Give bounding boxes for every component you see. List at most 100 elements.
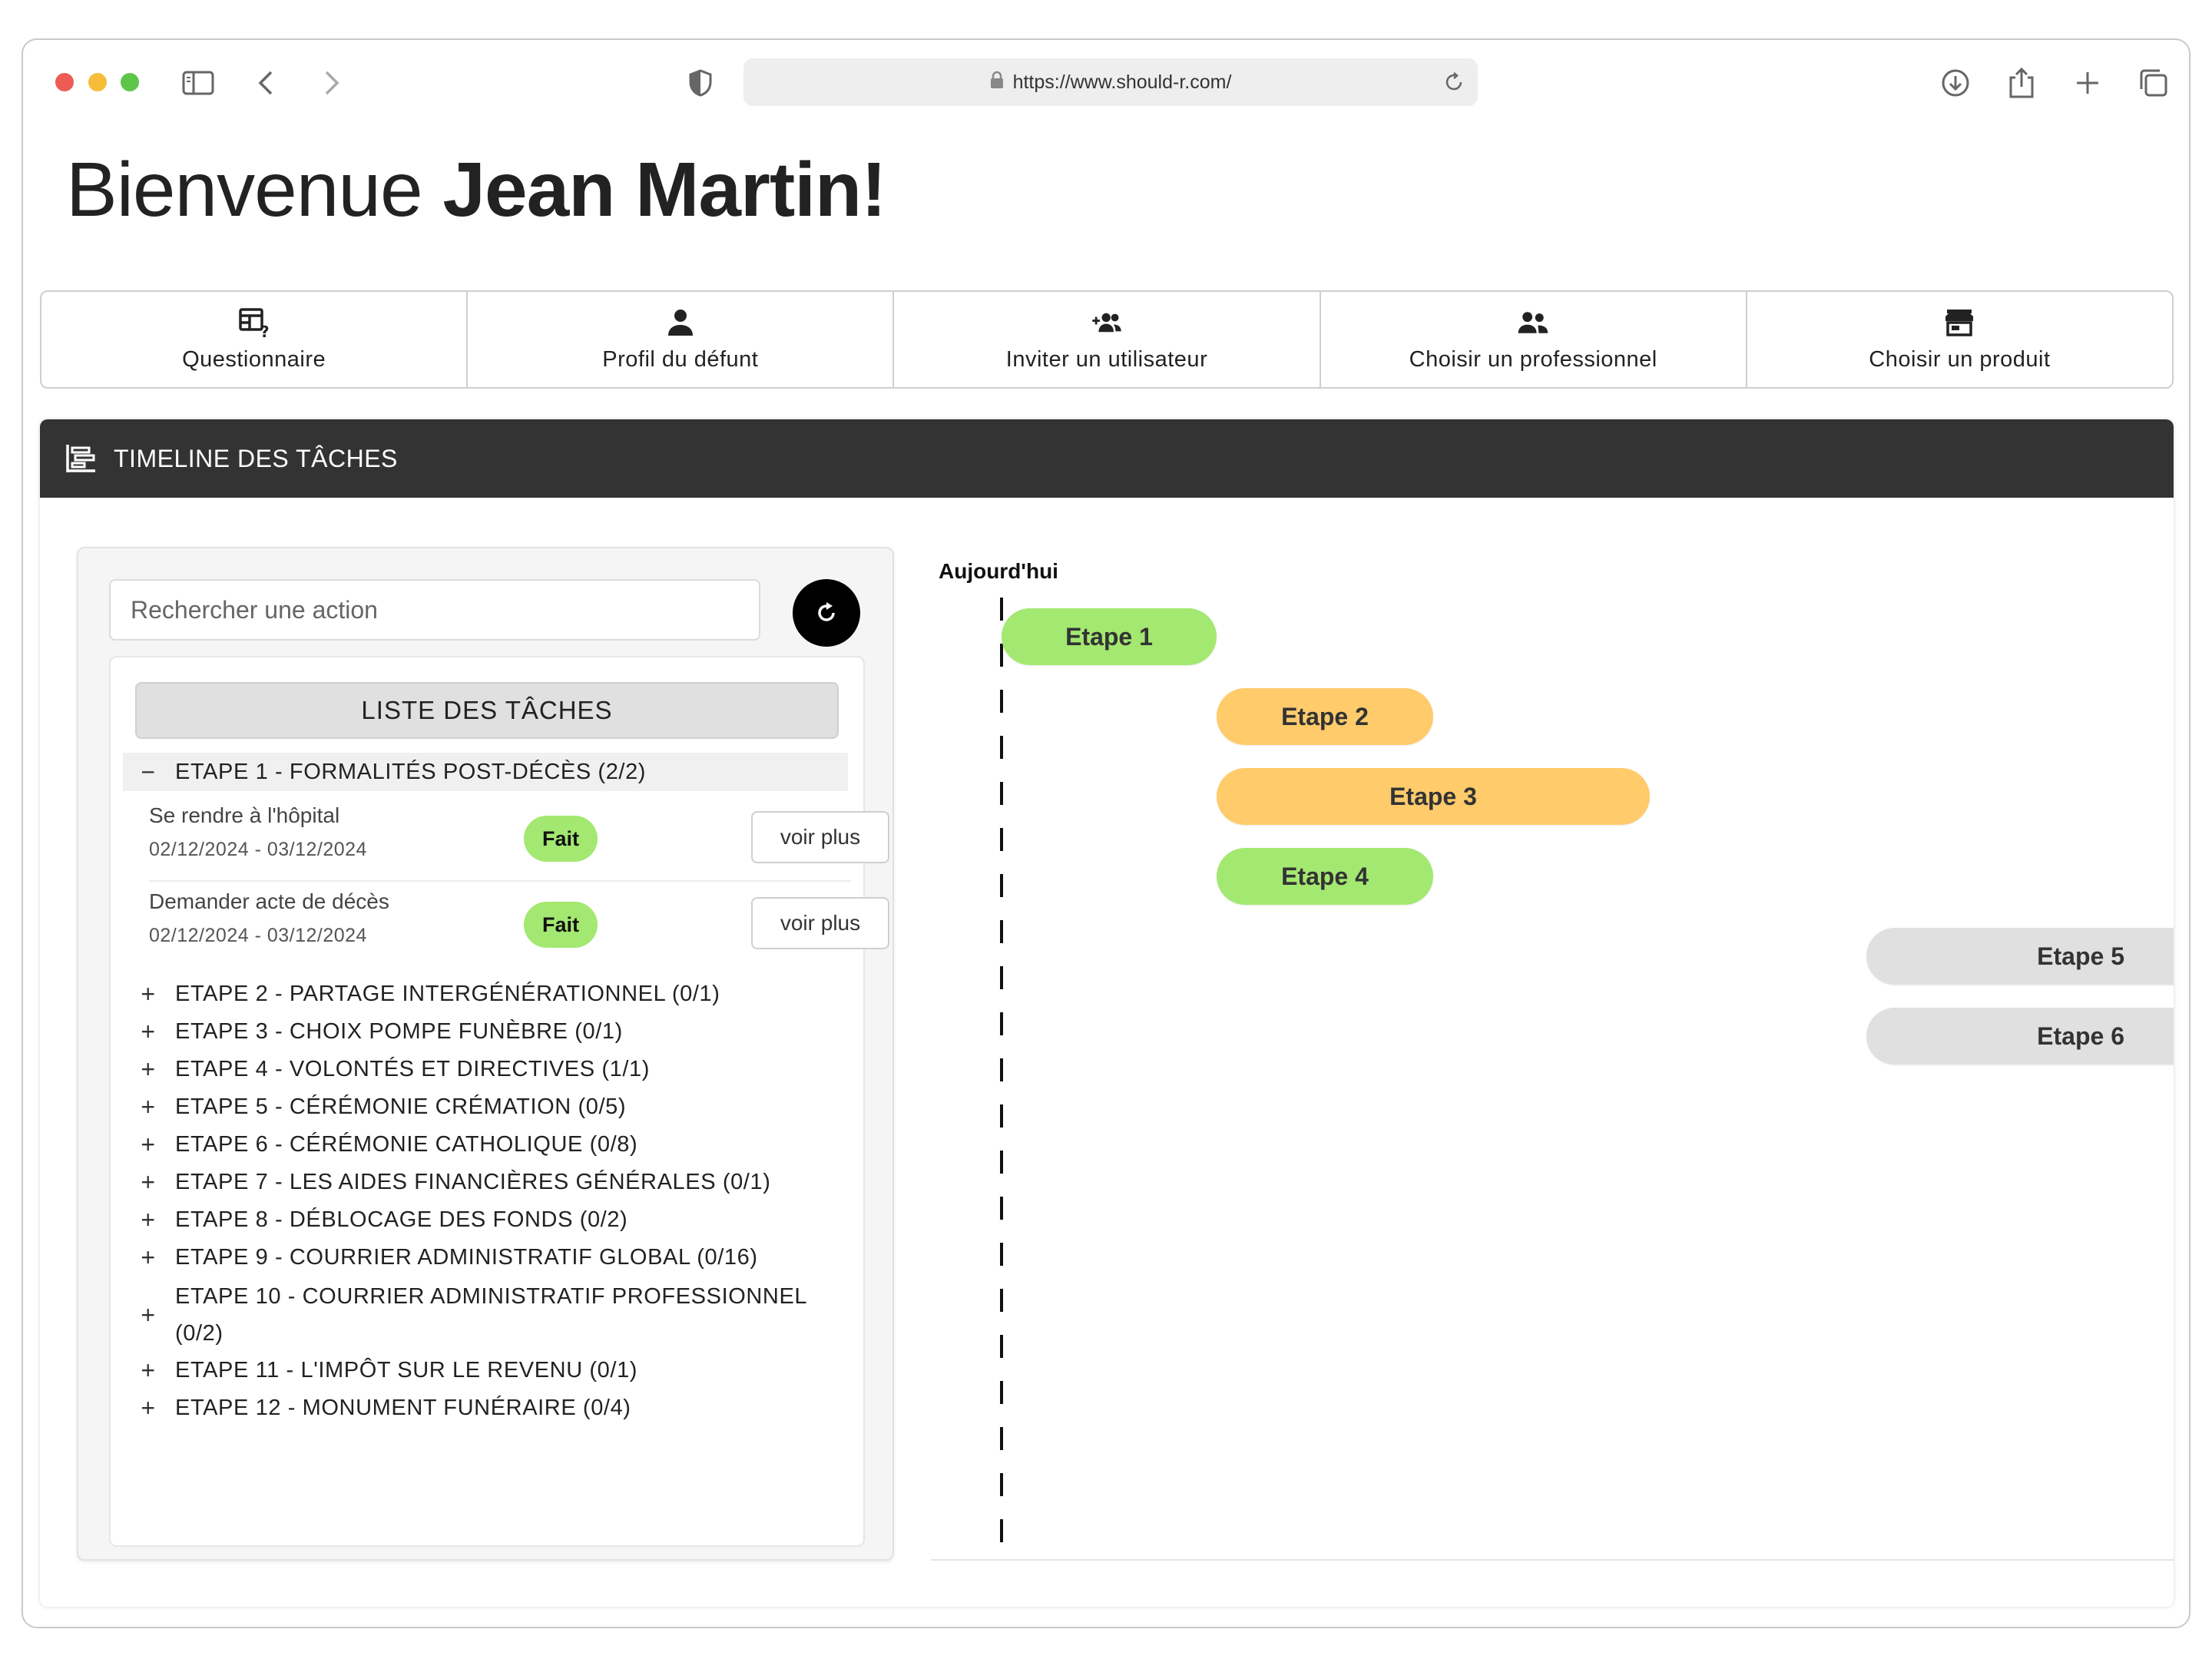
svg-text:?: ? xyxy=(260,323,270,338)
nav-choisir-produit[interactable]: Choisir un produit xyxy=(1747,292,2172,387)
expand-plus-icon[interactable]: + xyxy=(137,1055,160,1084)
step-row-5[interactable]: + ETAPE 5 - CÉRÉMONIE CRÉMATION (0/5) xyxy=(123,1090,848,1124)
gantt-bar-etape-3[interactable]: Etape 3 xyxy=(1217,768,1650,825)
step-row-12[interactable]: + ETAPE 12 - MONUMENT FUNÉRAIRE (0/4) xyxy=(123,1391,848,1425)
url-text: https://www.should-r.com/ xyxy=(1012,71,1232,93)
user-name: Jean Martin! xyxy=(442,147,886,233)
section-title: TIMELINE DES TÂCHES xyxy=(114,444,398,472)
group-add-icon xyxy=(1092,313,1121,332)
step-row-11[interactable]: + ETAPE 11 - L'IMPÔT SUR LE REVENU (0/1) xyxy=(123,1353,848,1387)
expand-plus-icon[interactable]: + xyxy=(137,1018,160,1046)
step-label: ETAPE 5 - CÉRÉMONIE CRÉMATION (0/5) xyxy=(175,1094,627,1119)
nav-label: Questionnaire xyxy=(182,346,326,372)
expand-plus-icon[interactable]: + xyxy=(137,1243,160,1272)
step-row-6[interactable]: + ETAPE 6 - CÉRÉMONIE CATHOLIQUE (0/8) xyxy=(123,1128,848,1161)
greeting-text: Bienvenue xyxy=(66,147,423,233)
table-question-icon: ? xyxy=(238,307,270,338)
gantt-timeline: Aujourd'hui Etape 1 Etape 2 Etape 3 Etap… xyxy=(931,519,2174,1564)
reload-icon[interactable] xyxy=(1442,71,1465,99)
lock-icon xyxy=(990,71,1004,94)
expand-plus-icon[interactable]: + xyxy=(137,1206,160,1234)
expand-plus-icon[interactable]: + xyxy=(137,1394,160,1422)
timeline-section: TIMELINE DES TÂCHES LISTE DES TÂCHES − E… xyxy=(40,419,2174,1607)
store-icon xyxy=(1945,309,1974,336)
search-input[interactable] xyxy=(109,579,760,641)
task-name: Se rendre à l'hôpital xyxy=(149,803,340,827)
nav-questionnaire[interactable]: ? Questionnaire xyxy=(41,292,469,387)
expand-plus-icon[interactable]: + xyxy=(137,980,160,1008)
step-label: ETAPE 7 - LES AIDES FINANCIÈRES GÉNÉRALE… xyxy=(175,1169,771,1194)
step-row-7[interactable]: + ETAPE 7 - LES AIDES FINANCIÈRES GÉNÉRA… xyxy=(123,1165,848,1199)
sidebar-toggle-icon[interactable] xyxy=(175,60,221,106)
step-row-9[interactable]: + ETAPE 9 - COURRIER ADMINISTRATIF GLOBA… xyxy=(123,1240,848,1274)
address-bar[interactable]: https://www.should-r.com/ xyxy=(743,58,1478,106)
step-label: ETAPE 10 - COURRIER ADMINISTRATIF PROFES… xyxy=(175,1278,807,1352)
today-label: Aujourd'hui xyxy=(939,559,1058,583)
collapse-minus-icon[interactable]: − xyxy=(137,758,160,786)
refresh-button[interactable] xyxy=(793,579,860,647)
privacy-shield-icon[interactable] xyxy=(677,60,724,106)
gantt-bar-etape-4[interactable]: Etape 4 xyxy=(1217,848,1433,905)
task-name: Demander acte de décès xyxy=(149,889,389,913)
step-row-1[interactable]: − ETAPE 1 - FORMALITÉS POST-DÉCÈS (2/2) xyxy=(123,753,848,791)
nav-label: Choisir un professionnel xyxy=(1409,346,1657,372)
forward-arrow-icon[interactable] xyxy=(309,60,355,106)
step-row-4[interactable]: + ETAPE 4 - VOLONTÉS ET DIRECTIVES (1/1) xyxy=(123,1052,848,1086)
step-row-8[interactable]: + ETAPE 8 - DÉBLOCAGE DES FONDS (0/2) xyxy=(123,1203,848,1237)
step-label-line2: (0/2) xyxy=(175,1321,224,1346)
expand-plus-icon[interactable]: + xyxy=(137,1131,160,1159)
gantt-bar-etape-2[interactable]: Etape 2 xyxy=(1217,688,1433,745)
nav-label: Inviter un utilisateur xyxy=(1005,346,1208,372)
nav-profil-defunt[interactable]: Profil du défunt xyxy=(468,292,895,387)
step-label: ETAPE 9 - COURRIER ADMINISTRATIF GLOBAL … xyxy=(175,1244,758,1270)
gantt-bar-etape-1[interactable]: Etape 1 xyxy=(1002,608,1217,665)
back-arrow-icon[interactable] xyxy=(243,60,289,106)
step-label-line1: ETAPE 10 - COURRIER ADMINISTRATIF PROFES… xyxy=(175,1284,808,1309)
step-label: ETAPE 12 - MONUMENT FUNÉRAIRE (0/4) xyxy=(175,1395,631,1420)
task-item: Se rendre à l'hôpital 02/12/2024 - 03/12… xyxy=(149,796,889,882)
nav-inviter-utilisateur[interactable]: Inviter un utilisateur xyxy=(894,292,1321,387)
people-icon xyxy=(1518,311,1548,333)
maximize-window-button[interactable] xyxy=(121,73,139,91)
expand-plus-icon[interactable]: + xyxy=(137,1093,160,1121)
status-badge: Fait xyxy=(524,816,598,862)
step-label: ETAPE 4 - VOLONTÉS ET DIRECTIVES (1/1) xyxy=(175,1056,650,1081)
voir-plus-button[interactable]: voir plus xyxy=(751,897,889,949)
task-list-title: LISTE DES TÂCHES xyxy=(135,682,839,739)
timeline-bottom-border xyxy=(931,1559,2174,1561)
step-row-2[interactable]: + ETAPE 2 - PARTAGE INTERGÉNÉRATIONNEL (… xyxy=(123,977,848,1011)
close-window-button[interactable] xyxy=(55,73,74,91)
refresh-icon xyxy=(818,602,835,621)
gantt-bar-etape-6[interactable]: Etape 6 xyxy=(1866,1008,2174,1065)
step-row-3[interactable]: + ETAPE 3 - CHOIX POMPE FUNÈBRE (0/1) xyxy=(123,1015,848,1048)
step-label: ETAPE 1 - FORMALITÉS POST-DÉCÈS (2/2) xyxy=(175,759,647,784)
section-header: TIMELINE DES TÂCHES xyxy=(40,419,2174,498)
nav-label: Choisir un produit xyxy=(1869,346,2051,372)
expand-plus-icon[interactable]: + xyxy=(137,1301,160,1330)
browser-window: https://www.should-r.com/ Bienvenue Jean… xyxy=(22,38,2190,1628)
step-label: ETAPE 3 - CHOIX POMPE FUNÈBRE (0/1) xyxy=(175,1018,623,1044)
expand-plus-icon[interactable]: + xyxy=(137,1356,160,1385)
new-tab-plus-icon[interactable] xyxy=(2065,60,2111,106)
task-dates: 02/12/2024 - 03/12/2024 xyxy=(149,839,367,860)
page-title: Bienvenue Jean Martin! xyxy=(66,146,886,234)
timeline-icon xyxy=(66,445,95,472)
voir-plus-button[interactable]: voir plus xyxy=(751,811,889,863)
step-label: ETAPE 6 - CÉRÉMONIE CATHOLIQUE (0/8) xyxy=(175,1131,638,1157)
status-badge: Fait xyxy=(524,902,598,948)
step-label: ETAPE 2 - PARTAGE INTERGÉNÉRATIONNEL (0/… xyxy=(175,981,720,1006)
main-navigation: ? Questionnaire Profil du défunt Inviter… xyxy=(40,290,2174,389)
person-icon xyxy=(667,309,693,336)
task-list-panel: LISTE DES TÂCHES − ETAPE 1 - FORMALITÉS … xyxy=(109,656,889,1547)
nav-label: Profil du défunt xyxy=(602,346,759,372)
share-icon[interactable] xyxy=(1998,60,2045,106)
task-item: Demander acte de décès 02/12/2024 - 03/1… xyxy=(149,882,889,968)
tabs-overview-icon[interactable] xyxy=(2131,60,2177,106)
expand-plus-icon[interactable]: + xyxy=(137,1168,160,1197)
gantt-bar-etape-5[interactable]: Etape 5 xyxy=(1866,928,2174,985)
task-sidebar: LISTE DES TÂCHES − ETAPE 1 - FORMALITÉS … xyxy=(77,547,894,1561)
minimize-window-button[interactable] xyxy=(88,73,107,91)
step-row-10[interactable]: + ETAPE 10 - COURRIER ADMINISTRATIF PROF… xyxy=(123,1278,848,1352)
nav-choisir-professionnel[interactable]: Choisir un professionnel xyxy=(1321,292,1747,387)
download-icon[interactable] xyxy=(1932,60,1979,106)
